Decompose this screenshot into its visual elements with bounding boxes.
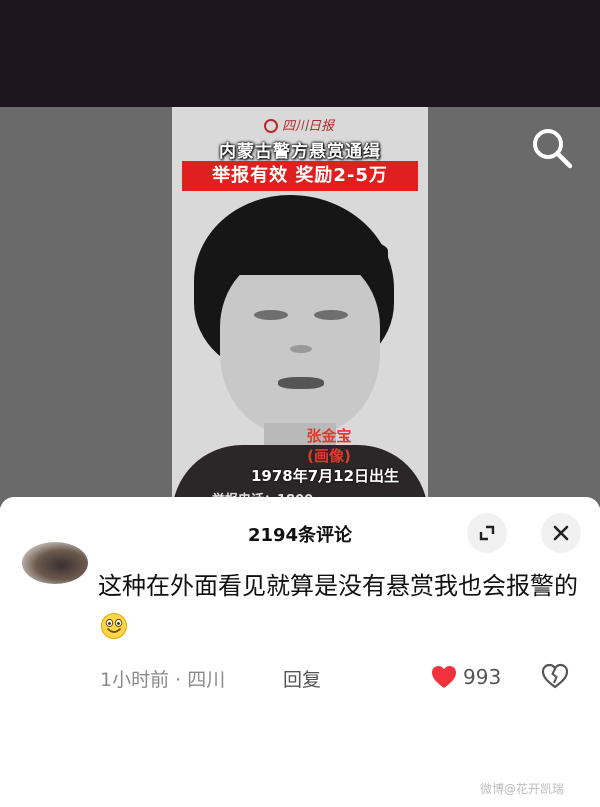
status-bar-area <box>0 0 600 107</box>
poster-reward-banner: 举报有效 奖励2-5万 <box>182 161 418 191</box>
comments-sheet: 2194条评论 这种在外面看见就算是没有悬赏我也会报警的 1小时前 · 四川 回… <box>0 497 600 807</box>
comment-text: 这种在外面看见就算是没有悬赏我也会报警的 <box>98 565 578 649</box>
avatar[interactable] <box>22 542 88 584</box>
grinning-face-icon <box>100 611 128 639</box>
portrait-label: (画像) <box>307 447 351 465</box>
comment-time-location: 1小时前 · 四川 <box>100 669 226 691</box>
poster-source: 四川日报 <box>264 115 334 134</box>
broken-heart-icon[interactable] <box>540 661 570 691</box>
reply-button[interactable]: 回复 <box>283 665 321 692</box>
seal-icon <box>264 119 278 133</box>
wanted-poster: 四川日报 内蒙古警方悬赏通缉 举报有效 奖励2-5万 张金宝 (画像) 1978… <box>172 107 428 507</box>
comments-count-title: 2194条评论 <box>247 525 353 546</box>
watermark: 微博@花开凯瑞 <box>480 782 565 796</box>
suspect-name: 张金宝 <box>306 427 352 445</box>
heart-icon <box>432 666 456 688</box>
like-count: 993 <box>463 665 502 689</box>
search-icon[interactable] <box>528 124 576 172</box>
close-icon[interactable] <box>541 513 581 553</box>
expand-icon[interactable] <box>467 513 507 553</box>
video-player[interactable]: 四川日报 内蒙古警方悬赏通缉 举报有效 奖励2-5万 张金宝 (画像) 1978… <box>0 107 600 507</box>
suspect-birthdate: 1978年7月12日出生 <box>250 467 400 485</box>
poster-headline: 内蒙古警方悬赏通缉 <box>219 142 381 162</box>
